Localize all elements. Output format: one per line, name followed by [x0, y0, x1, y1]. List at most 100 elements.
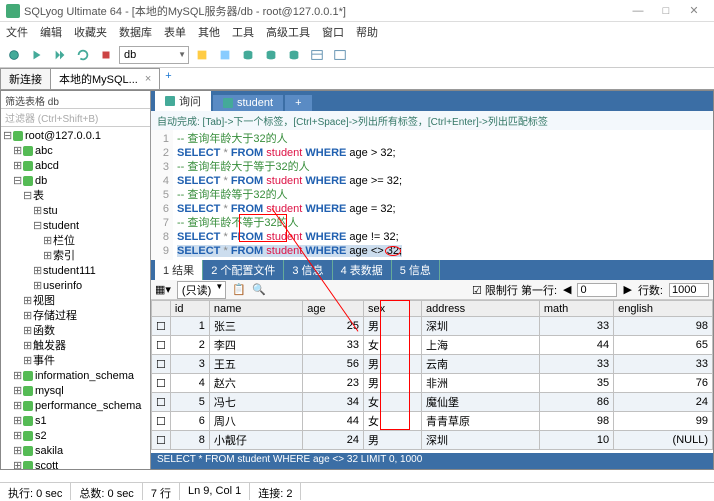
column-header[interactable]: english [614, 301, 713, 317]
statusbar: 执行: 0 sec 总数: 0 sec 7 行 Ln 9, Col 1 连接: … [0, 482, 714, 500]
hint-bar: 自动完成: [Tab]->下一个标签，[Ctrl+Space]->列出所有标签，… [151, 111, 713, 130]
connection-tab[interactable]: 本地的MySQL...× [50, 68, 160, 89]
execute-all-icon[interactable] [50, 45, 70, 65]
tree-node[interactable]: ⊟root@127.0.0.1 [3, 129, 148, 144]
table-row[interactable]: ☐3王五56男云南3333 [152, 355, 713, 374]
tree-node[interactable]: ⊞事件 [3, 354, 148, 369]
sidebar-header: 筛选表格 db [1, 91, 150, 109]
table-icon[interactable] [330, 45, 350, 65]
tree-node[interactable]: ⊞mysql [3, 384, 148, 399]
filter-icon[interactable]: 🔍 [252, 283, 266, 296]
tree-node[interactable]: ⊞索引 [3, 249, 148, 264]
column-header[interactable] [152, 301, 171, 317]
table-row[interactable]: ☐8小靓仔24男深圳10(NULL) [152, 431, 713, 450]
result-tab[interactable]: 3 信息 [284, 260, 332, 280]
result-grid[interactable]: idnameagesexaddressmathenglish☐1张三25男深圳3… [151, 300, 713, 453]
menu-item[interactable]: 文件 [6, 24, 28, 40]
result-tab[interactable]: 1 结果 [155, 260, 203, 280]
tree-node[interactable]: ⊞scott [3, 459, 148, 469]
column-header[interactable]: address [422, 301, 540, 317]
result-tab[interactable]: 5 信息 [392, 260, 440, 280]
database-select[interactable]: db [119, 46, 189, 64]
menu-item[interactable]: 编辑 [40, 24, 62, 40]
minimize-button[interactable]: — [624, 5, 652, 17]
rows-input[interactable] [669, 283, 709, 297]
menu-item[interactable]: 帮助 [356, 24, 378, 40]
tree-node[interactable]: ⊞触发器 [3, 339, 148, 354]
tree-node[interactable]: ⊟db [3, 174, 148, 189]
tree-node[interactable]: ⊟表 [3, 189, 148, 204]
column-header[interactable]: math [539, 301, 613, 317]
column-header[interactable]: name [209, 301, 302, 317]
db-icon[interactable] [238, 45, 258, 65]
menu-item[interactable]: 窗口 [322, 24, 344, 40]
add-query-button[interactable]: + [285, 95, 311, 111]
tree-node[interactable]: ⊞栏位 [3, 234, 148, 249]
readonly-select[interactable]: (只读) [177, 281, 226, 299]
tree-node[interactable]: ⊞视图 [3, 294, 148, 309]
menubar: 文件编辑收藏夹数据库表单其他工具高级工具窗口帮助 [0, 22, 714, 42]
column-header[interactable]: sex [364, 301, 422, 317]
nav-first-icon[interactable]: ◀ [563, 283, 571, 296]
maximize-button[interactable]: □ [652, 5, 680, 17]
table-row[interactable]: ☐4赵六23男非洲3576 [152, 374, 713, 393]
close-button[interactable]: ✕ [680, 4, 708, 17]
app-icon [6, 4, 20, 18]
result-tab[interactable]: 2 个配置文件 [203, 260, 284, 280]
tree-node[interactable]: ⊞s1 [3, 414, 148, 429]
table-row[interactable]: ☐1张三25男深圳3398 [152, 317, 713, 336]
connection-tab[interactable]: 新连接 [0, 68, 51, 89]
menu-item[interactable]: 表单 [164, 24, 186, 40]
nav-next-icon[interactable]: ▶ [623, 283, 631, 296]
sidebar: 筛选表格 db 过滤器 (Ctrl+Shift+B) ⊟root@127.0.0… [1, 91, 151, 469]
first-row-input[interactable] [577, 283, 617, 297]
new-connection-icon[interactable] [4, 45, 24, 65]
tree-node[interactable]: ⊞abcd [3, 159, 148, 174]
table-row[interactable]: ☐2李四33女上海4465 [152, 336, 713, 355]
menu-item[interactable]: 收藏夹 [74, 24, 107, 40]
tree-node[interactable]: ⊞userinfo [3, 279, 148, 294]
result-toolbar: ▦▾ (只读) 📋 🔍 ☑ 限制行 第一行: ◀ ▶ 行数: [151, 280, 713, 300]
tree-node[interactable]: ⊟student [3, 219, 148, 234]
refresh-icon[interactable] [73, 45, 93, 65]
table-icon[interactable] [307, 45, 327, 65]
tree-node[interactable]: ⊞存储过程 [3, 309, 148, 324]
tree-node[interactable]: ⊞information_schema [3, 369, 148, 384]
query-status: SELECT * FROM student WHERE age <> 32 LI… [151, 453, 713, 469]
tool-icon[interactable] [215, 45, 235, 65]
menu-item[interactable]: 高级工具 [266, 24, 310, 40]
tree-node[interactable]: ⊞函数 [3, 324, 148, 339]
result-tab[interactable]: 4 表数据 [333, 260, 392, 280]
tree-node[interactable]: ⊞s2 [3, 429, 148, 444]
table-row[interactable]: ☐5冯七34女魔仙堡8624 [152, 393, 713, 412]
db-icon[interactable] [284, 45, 304, 65]
tree-node[interactable]: ⊞student111 [3, 264, 148, 279]
status-exec: 执行: 0 sec [0, 483, 71, 500]
tree-node[interactable]: ⊞abc [3, 144, 148, 159]
menu-item[interactable]: 其他 [198, 24, 220, 40]
menu-item[interactable]: 数据库 [119, 24, 152, 40]
db-icon[interactable] [261, 45, 281, 65]
connection-tabs: 新连接本地的MySQL...×+ [0, 68, 714, 90]
status-conn: 连接: 2 [250, 483, 301, 500]
result-tabs: 1 结果2 个配置文件3 信息4 表数据5 信息 [151, 260, 713, 280]
tree-node[interactable]: ⊞performance_schema [3, 399, 148, 414]
titlebar: SQLyog Ultimate 64 - [本地的MySQL服务器/db - r… [0, 0, 714, 22]
limit-label: ☑ 限制行 第一行: [472, 282, 557, 298]
column-header[interactable]: id [170, 301, 209, 317]
sql-editor[interactable]: 123456789 -- 查询年龄大于32的人SELECT * FROM stu… [151, 130, 713, 260]
table-row[interactable]: ☐6周八44女青青草原9899 [152, 412, 713, 431]
execute-icon[interactable] [27, 45, 47, 65]
filter-input[interactable]: 过滤器 (Ctrl+Shift+B) [1, 109, 150, 127]
menu-item[interactable]: 工具 [232, 24, 254, 40]
query-tab[interactable]: 询问 [155, 91, 211, 111]
grid-icon[interactable]: ▦▾ [155, 283, 171, 296]
tool-icon[interactable] [192, 45, 212, 65]
export-icon[interactable]: 📋 [232, 283, 246, 296]
stop-icon[interactable] [96, 45, 116, 65]
add-connection-button[interactable]: + [159, 68, 177, 89]
column-header[interactable]: age [303, 301, 364, 317]
tree-node[interactable]: ⊞stu [3, 204, 148, 219]
query-tab[interactable]: student [213, 95, 283, 111]
tree-node[interactable]: ⊞sakila [3, 444, 148, 459]
